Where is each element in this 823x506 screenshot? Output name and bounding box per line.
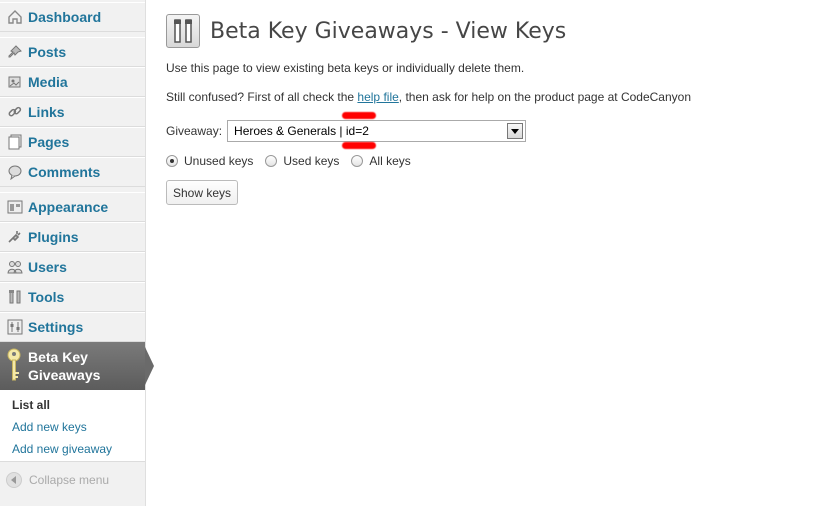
giveaway-label: Giveaway: bbox=[166, 124, 223, 138]
sidebar-item-label: Tools bbox=[28, 289, 65, 305]
collapse-menu-label: Collapse menu bbox=[29, 473, 110, 487]
radio-dot[interactable] bbox=[351, 155, 364, 167]
sidebar-item-label: Pages bbox=[28, 134, 70, 150]
sidebar-item-comments[interactable]: Comments bbox=[0, 157, 145, 187]
collapse-menu-button[interactable]: Collapse menu bbox=[6, 472, 109, 488]
radio-all-keys[interactable]: All keys bbox=[351, 154, 411, 168]
sidebar-item-dashboard[interactable]: Dashboard bbox=[0, 2, 145, 32]
sidebar-item-beta-key-giveaways[interactable]: Beta Key Giveaways bbox=[0, 342, 154, 390]
media-icon bbox=[6, 73, 24, 91]
radio-dot[interactable] bbox=[265, 155, 278, 167]
sidebar-item-label: Plugins bbox=[28, 229, 79, 245]
sidebar-item-pages[interactable]: Pages bbox=[0, 127, 145, 157]
pages-icon bbox=[6, 133, 24, 151]
radio-dot[interactable] bbox=[166, 155, 178, 167]
help-prefix: Still confused? First of all check the bbox=[166, 90, 358, 104]
sidebar-item-label: Users bbox=[28, 259, 67, 275]
giveaway-row: Giveaway: Heroes & Generals | id=2 bbox=[166, 120, 527, 142]
sidebar-item-label-line2: Giveaways bbox=[28, 367, 101, 383]
sidebar-item-users[interactable]: Users bbox=[0, 252, 145, 282]
giveaway-select[interactable]: Heroes & Generals | id=2 bbox=[227, 120, 527, 142]
dashboard-icon bbox=[6, 8, 24, 26]
radio-label: All keys bbox=[369, 154, 411, 168]
help-text: Still confused? First of all check the h… bbox=[166, 90, 691, 104]
radio-label: Unused keys bbox=[184, 154, 254, 168]
sidebar-submenu: List all Add new keys Add new giveaway bbox=[0, 390, 145, 462]
key-icon bbox=[6, 347, 24, 385]
show-keys-button[interactable]: Show keys bbox=[166, 180, 239, 205]
sidebar-item-label-line1: Beta Key bbox=[28, 349, 88, 365]
help-suffix: , then ask for help on the product page … bbox=[398, 90, 691, 104]
users-icon bbox=[6, 258, 24, 276]
page-header: Beta Key Giveaways - View Keys bbox=[166, 14, 566, 48]
collapse-arrow-icon bbox=[6, 472, 22, 488]
sidebar-item-posts[interactable]: Posts bbox=[0, 37, 145, 67]
sidebar-item-settings[interactable]: Settings bbox=[0, 312, 145, 342]
sidebar-item-label: Appearance bbox=[28, 199, 109, 215]
radio-label: Used keys bbox=[283, 154, 340, 168]
submenu-add-new-keys[interactable]: Add new keys bbox=[0, 418, 145, 440]
page-title: Beta Key Giveaways - View Keys bbox=[210, 18, 567, 44]
intro-text: Use this page to view existing beta keys… bbox=[166, 61, 525, 75]
sidebar-item-appearance[interactable]: Appearance bbox=[0, 192, 145, 222]
key-filter-radios: Unused keys Used keys All keys bbox=[166, 154, 423, 168]
radio-used-keys[interactable]: Used keys bbox=[265, 154, 339, 168]
giveaway-selected-value: Heroes & Generals | id=2 bbox=[234, 124, 369, 138]
submenu-add-new-giveaway[interactable]: Add new giveaway bbox=[0, 440, 145, 462]
sidebar-item-links[interactable]: Links bbox=[0, 97, 145, 127]
sidebar-item-label: Posts bbox=[28, 44, 67, 60]
sidebar-item-label: Media bbox=[28, 74, 68, 90]
tools-icon bbox=[6, 288, 24, 306]
settings-icon bbox=[6, 318, 24, 336]
chevron-down-icon[interactable] bbox=[507, 123, 524, 139]
radio-unused-keys[interactable]: Unused keys bbox=[166, 154, 253, 168]
sidebar-item-tools[interactable]: Tools bbox=[0, 282, 145, 312]
sidebar-item-label: Links bbox=[28, 104, 65, 120]
sidebar-item-media[interactable]: Media bbox=[0, 67, 145, 97]
pushpin-icon bbox=[6, 43, 24, 61]
plug-icon bbox=[6, 228, 24, 246]
sidebar-item-label: Settings bbox=[28, 319, 84, 335]
comment-icon bbox=[6, 163, 24, 181]
sidebar-item-label: Comments bbox=[28, 164, 101, 180]
sidebar-item-label: Dashboard bbox=[28, 9, 102, 25]
submenu-list-all[interactable]: List all bbox=[0, 396, 145, 418]
appearance-icon bbox=[6, 198, 24, 216]
main-content: Beta Key Giveaways - View Keys Use this … bbox=[146, 0, 823, 506]
link-icon bbox=[6, 103, 24, 121]
redaction-mark-top bbox=[342, 112, 376, 119]
tools-icon bbox=[166, 14, 200, 48]
admin-sidebar: Dashboard Posts Media Links Pages Commen… bbox=[0, 0, 154, 506]
help-file-link[interactable]: help file bbox=[357, 90, 398, 104]
redaction-mark-bottom bbox=[342, 142, 376, 149]
sidebar-item-plugins[interactable]: Plugins bbox=[0, 222, 145, 252]
